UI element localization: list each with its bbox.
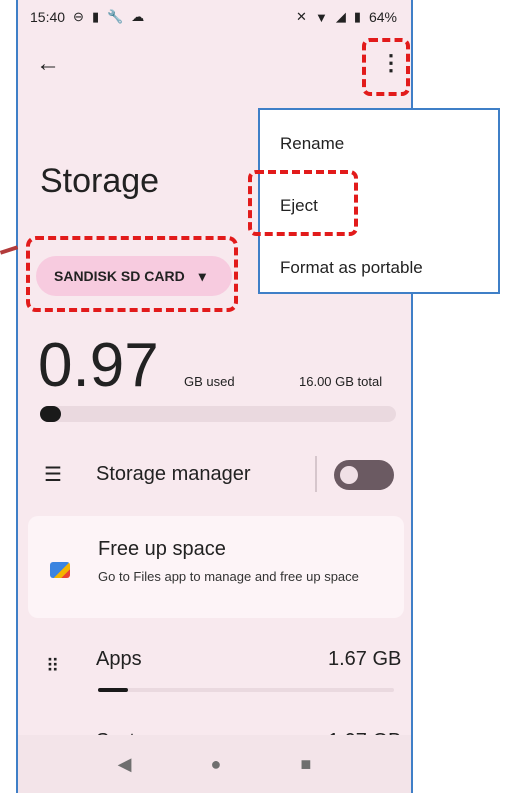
free-up-subtitle: Go to Files app to manage and free up sp… [98, 569, 359, 584]
chevron-down-icon: ▾ [198, 267, 206, 284]
more-options-highlight [362, 38, 410, 96]
battery-saver-icon: ▮ [91, 9, 100, 24]
signal-icon: ◢ [335, 9, 346, 24]
category-apps-label[interactable]: Apps [96, 648, 142, 671]
cloud-icon: ☁ [131, 9, 145, 24]
storage-usage-bar [40, 406, 396, 422]
apps-usage-fill [98, 688, 128, 692]
battery-icon: ▮ [353, 9, 361, 24]
free-up-space-card[interactable]: Free up space Go to Files app to manage … [28, 516, 404, 618]
used-value: 0.97 [38, 331, 159, 400]
storage-usage-fill [40, 406, 62, 422]
nav-home-icon[interactable]: ● [211, 754, 222, 775]
navigation-bar: ◀ ● ■ [18, 735, 411, 793]
status-bar: 15:40 ⊖ ▮ 🔧 ☁ ✕ ▼ ◢ ▮ 64% [18, 0, 411, 34]
mute-icon: ✕ [296, 9, 307, 24]
battery-percent: 64% [368, 9, 397, 25]
storage-selector-chip[interactable]: SANDISK SD CARD ▾ [36, 256, 232, 296]
nav-back-icon[interactable]: ◀ [118, 754, 132, 775]
storage-selector-label: SANDISK SD CARD [54, 268, 185, 284]
eject-highlight [248, 170, 358, 236]
storage-manager-toggle[interactable] [334, 460, 394, 490]
wrench-icon: 🔧 [107, 9, 124, 24]
divider [315, 456, 317, 492]
storage-manager-icon: ☰ [44, 464, 62, 486]
free-up-title: Free up space [98, 538, 226, 560]
used-unit: GB used [184, 374, 235, 389]
sim-icon: ⊖ [73, 9, 84, 24]
menu-item-format-portable[interactable]: Format as portable [280, 258, 423, 278]
wifi-icon: ▼ [314, 9, 328, 25]
status-time: 15:40 [30, 9, 66, 25]
nav-recents-icon[interactable]: ■ [301, 754, 312, 775]
toggle-knob [340, 466, 358, 484]
total-capacity: 16.00 GB total [299, 374, 383, 389]
storage-manager-label[interactable]: Storage manager [96, 463, 251, 486]
back-arrow-icon[interactable]: ← [36, 50, 60, 78]
apps-grid-icon: ⠿ [46, 656, 59, 676]
category-apps-size: 1.67 GB [328, 648, 402, 670]
menu-item-rename[interactable]: Rename [280, 134, 344, 154]
files-app-icon [50, 562, 70, 578]
apps-usage-bar [98, 688, 394, 692]
page-title: Storage [40, 162, 160, 200]
